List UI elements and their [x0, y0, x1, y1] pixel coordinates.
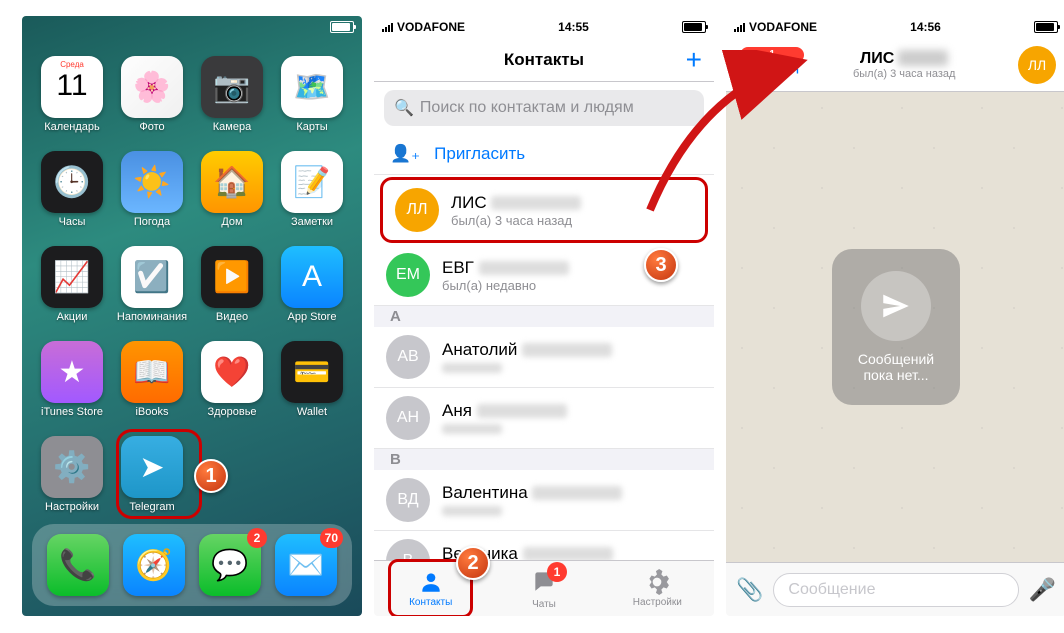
dock-app[interactable]: 🧭: [123, 534, 185, 596]
callout-2: 2: [456, 546, 490, 580]
battery-icon: [1034, 21, 1058, 33]
attach-icon[interactable]: 📎: [736, 577, 763, 603]
contacts-icon: [418, 569, 444, 595]
add-contact-button[interactable]: +: [686, 44, 702, 76]
app-настройки[interactable]: ⚙️Настройки: [36, 436, 108, 513]
empty-text: Сообщений пока нет...: [858, 351, 934, 383]
contact-row[interactable]: АВ Анатолий: [374, 327, 714, 388]
app-погода[interactable]: ☀️Погода: [116, 151, 188, 228]
input-placeholder: Сообщение: [788, 581, 875, 599]
contact-row[interactable]: ЛЛ ЛИС был(а) 3 часа назад: [380, 177, 708, 243]
status-bar: VODAFONE 14:55: [374, 16, 714, 38]
search-input[interactable]: 🔍 Поиск по контактам и людям: [384, 90, 704, 126]
tab-chats[interactable]: 1 Чаты: [487, 561, 600, 616]
contacts-screen: VODAFONE 14:55 Контакты + 🔍 Поиск по кон…: [374, 16, 714, 616]
contact-row[interactable]: АН Аня: [374, 388, 714, 449]
status-bar: VODAFONE 14:56: [726, 16, 1064, 38]
mic-icon[interactable]: 🎤: [1029, 577, 1056, 603]
chats-badge: 1: [547, 562, 567, 582]
app-видео[interactable]: ▶️Видео: [196, 246, 268, 323]
app-wallet[interactable]: 💳Wallet: [276, 341, 348, 418]
app-фото[interactable]: 🌸Фото: [116, 56, 188, 133]
app-app store[interactable]: AApp Store: [276, 246, 348, 323]
gear-icon: [644, 569, 670, 595]
clock: 14:56: [910, 20, 941, 34]
page-title: Контакты: [504, 50, 584, 70]
contact-row[interactable]: ВД Валентина: [374, 470, 714, 531]
tab-settings[interactable]: Настройки: [601, 561, 714, 616]
app-itunes store[interactable]: ★iTunes Store: [36, 341, 108, 418]
chat-body: Сообщений пока нет...: [726, 92, 1064, 562]
app-камера[interactable]: 📷Камера: [196, 56, 268, 133]
chat-header: 1 ‹ Назад ЛИС был(а) 3 часа назад ЛЛ: [726, 38, 1064, 92]
empty-state: Сообщений пока нет...: [832, 249, 960, 405]
app-часы[interactable]: 🕒Часы: [36, 151, 108, 228]
invite-friends-button[interactable]: 👤₊ Пригласить: [374, 134, 714, 175]
chat-avatar[interactable]: ЛЛ: [1018, 46, 1056, 84]
add-user-icon: 👤₊: [390, 144, 420, 164]
chat-contact-name: ЛИС: [860, 50, 894, 67]
search-placeholder: Поиск по контактам и людям: [420, 99, 634, 117]
app-ibooks[interactable]: 📖iBooks: [116, 341, 188, 418]
input-bar: 📎 Сообщение 🎤: [726, 562, 1064, 616]
carrier-label: VODAFONE: [749, 20, 817, 34]
dock-app[interactable]: 💬2: [199, 534, 261, 596]
app-заметки[interactable]: 📝Заметки: [276, 151, 348, 228]
chat-title-area[interactable]: ЛИС был(а) 3 часа назад: [798, 50, 1010, 80]
app-напоминания[interactable]: ☑️Напоминания: [116, 246, 188, 323]
carrier-label: VODAFONE: [397, 20, 465, 34]
home-screen: VODAFONE 14:55 Среда11Календарь🌸Фото📷Кам…: [22, 16, 362, 616]
app-grid: Среда11Календарь🌸Фото📷Камера🗺️Карты 🕒Часы…: [22, 46, 362, 523]
tab-label: Контакты: [409, 597, 452, 608]
back-button[interactable]: 1 ‹ Назад: [744, 55, 798, 75]
clock: 14:55: [558, 20, 589, 34]
tab-label: Чаты: [532, 599, 556, 610]
message-input[interactable]: Сообщение: [773, 573, 1018, 607]
app-telegram[interactable]: ➤Telegram: [116, 436, 188, 513]
dock-app[interactable]: ✉️70: [275, 534, 337, 596]
app-дом[interactable]: 🏠Дом: [196, 151, 268, 228]
signal-icon: [734, 23, 745, 32]
invite-label: Пригласить: [434, 144, 525, 164]
chat-last-seen: был(а) 3 часа назад: [798, 68, 1010, 80]
app-календарь[interactable]: Среда11Календарь: [36, 56, 108, 133]
redacted-name: [898, 50, 948, 66]
section-header-v: В: [374, 449, 714, 470]
app-карты[interactable]: 🗺️Карты: [276, 56, 348, 133]
app-акции[interactable]: 📈Акции: [36, 246, 108, 323]
app-здоровье[interactable]: ❤️Здоровье: [196, 341, 268, 418]
dock: 📞🧭💬2✉️70: [32, 524, 352, 606]
nav-bar: Контакты +: [374, 38, 714, 82]
signal-icon: [382, 23, 393, 32]
battery-icon: [682, 21, 706, 33]
send-icon: [861, 271, 931, 341]
search-icon: 🔍: [394, 98, 414, 118]
callout-3: 3: [644, 248, 678, 282]
tab-label: Настройки: [633, 597, 682, 608]
tab-bar: Контакты 1 Чаты Настройки: [374, 560, 714, 616]
back-badge: 1: [740, 47, 804, 63]
callout-1: 1: [194, 459, 228, 493]
battery-icon: [330, 21, 354, 33]
section-header-a: А: [374, 306, 714, 327]
dock-app[interactable]: 📞: [47, 534, 109, 596]
chat-screen: VODAFONE 14:56 1 ‹ Назад ЛИС был(а) 3 ча…: [726, 16, 1064, 616]
